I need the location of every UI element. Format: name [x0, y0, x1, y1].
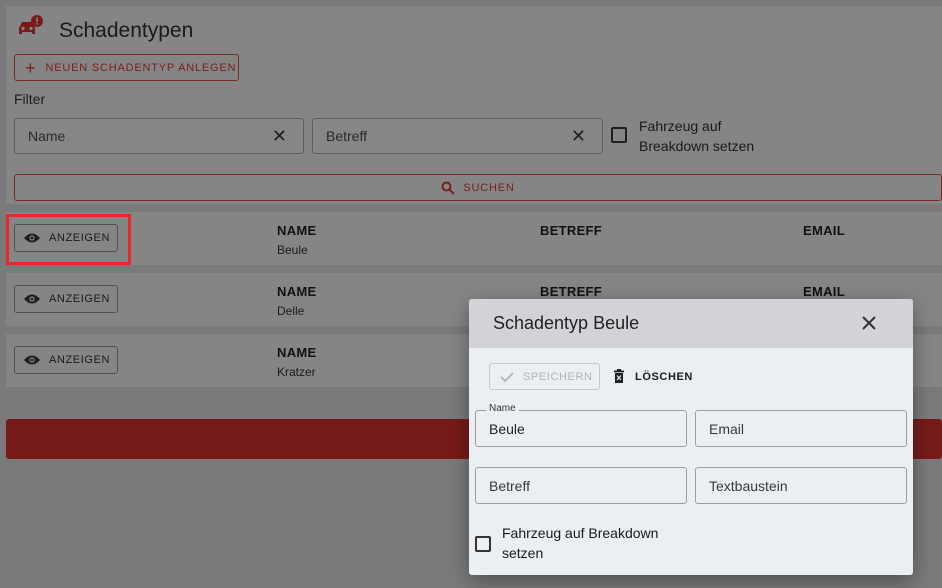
page-title: Schadentypen [59, 19, 194, 42]
filter-name-input[interactable]: Name ✕ [14, 118, 304, 154]
search-button[interactable]: SUCHEN [14, 174, 942, 201]
row-name: Kratzer [277, 365, 316, 379]
column-header-name: NAME [277, 223, 317, 238]
save-label: SPEICHERN [523, 370, 593, 383]
eye-icon [24, 294, 40, 304]
name-field-label: Name [486, 403, 519, 414]
row-name: Delle [277, 304, 305, 318]
eye-icon [24, 355, 40, 365]
textbaustein-placeholder: Textbaustein [709, 477, 788, 494]
name-value: Beule [489, 420, 525, 437]
filter-label: Filter [14, 91, 46, 107]
filter-name-placeholder: Name [28, 128, 66, 144]
betreff-placeholder: Betreff [489, 477, 530, 494]
dialog-title: Schadentyp Beule [493, 313, 640, 333]
search-icon [441, 181, 456, 195]
new-damage-type-label: NEUEN SCHADENTYP ANLEGEN [45, 61, 237, 74]
column-header-email: EMAIL [803, 223, 845, 238]
filter-breakdown-label: Fahrzeug auf Breakdown setzen [639, 118, 755, 154]
trash-icon [614, 369, 624, 383]
check-icon [500, 371, 514, 382]
close-icon[interactable]: ✕ [272, 126, 287, 147]
save-button[interactable]: SPEICHERN [489, 363, 600, 390]
new-damage-type-button[interactable]: + NEUEN SCHADENTYP ANLEGEN [14, 54, 239, 81]
column-header-name: NAME [277, 345, 317, 360]
show-button[interactable]: ANZEIGEN [14, 346, 118, 374]
betreff-field[interactable]: Betreff [475, 467, 687, 504]
column-header-name: NAME [277, 284, 317, 299]
breakdown-label: Fahrzeug auf Breakdown setzen [502, 525, 659, 561]
breakdown-checkbox[interactable] [475, 536, 491, 552]
column-header-betreff: BETREFF [540, 284, 603, 299]
plus-icon: + [25, 57, 36, 78]
show-label: ANZEIGEN [49, 293, 111, 305]
search-label: SUCHEN [463, 181, 515, 194]
textbaustein-field[interactable]: Textbaustein [695, 467, 907, 504]
show-label: ANZEIGEN [49, 354, 111, 366]
email-placeholder: Email [709, 420, 745, 437]
filter-betreff-placeholder: Betreff [326, 128, 367, 144]
name-field[interactable]: Beule [475, 410, 687, 447]
email-field[interactable]: Email [695, 410, 907, 447]
delete-label: LÖSCHEN [635, 370, 693, 383]
row-name: Beule [277, 243, 308, 257]
close-icon[interactable] [859, 313, 879, 333]
column-header-email: EMAIL [803, 284, 845, 299]
show-button[interactable]: ANZEIGEN [14, 285, 118, 313]
close-icon[interactable]: ✕ [571, 126, 586, 147]
list-item: ANZEIGEN NAME Beule BETREFF EMAIL [6, 212, 942, 265]
delete-button[interactable]: LÖSCHEN [613, 369, 693, 384]
dialog-header: Schadentyp Beule [469, 299, 913, 348]
filter-breakdown-checkbox[interactable] [611, 127, 627, 143]
selection-highlight [6, 214, 131, 265]
filter-betreff-input[interactable]: Betreff ✕ [312, 118, 603, 154]
car-alert-icon [19, 15, 43, 34]
column-header-betreff: BETREFF [540, 223, 603, 238]
damage-type-dialog: Schadentyp Beule SPEICHERN LÖSCHEN Beule… [469, 299, 913, 575]
